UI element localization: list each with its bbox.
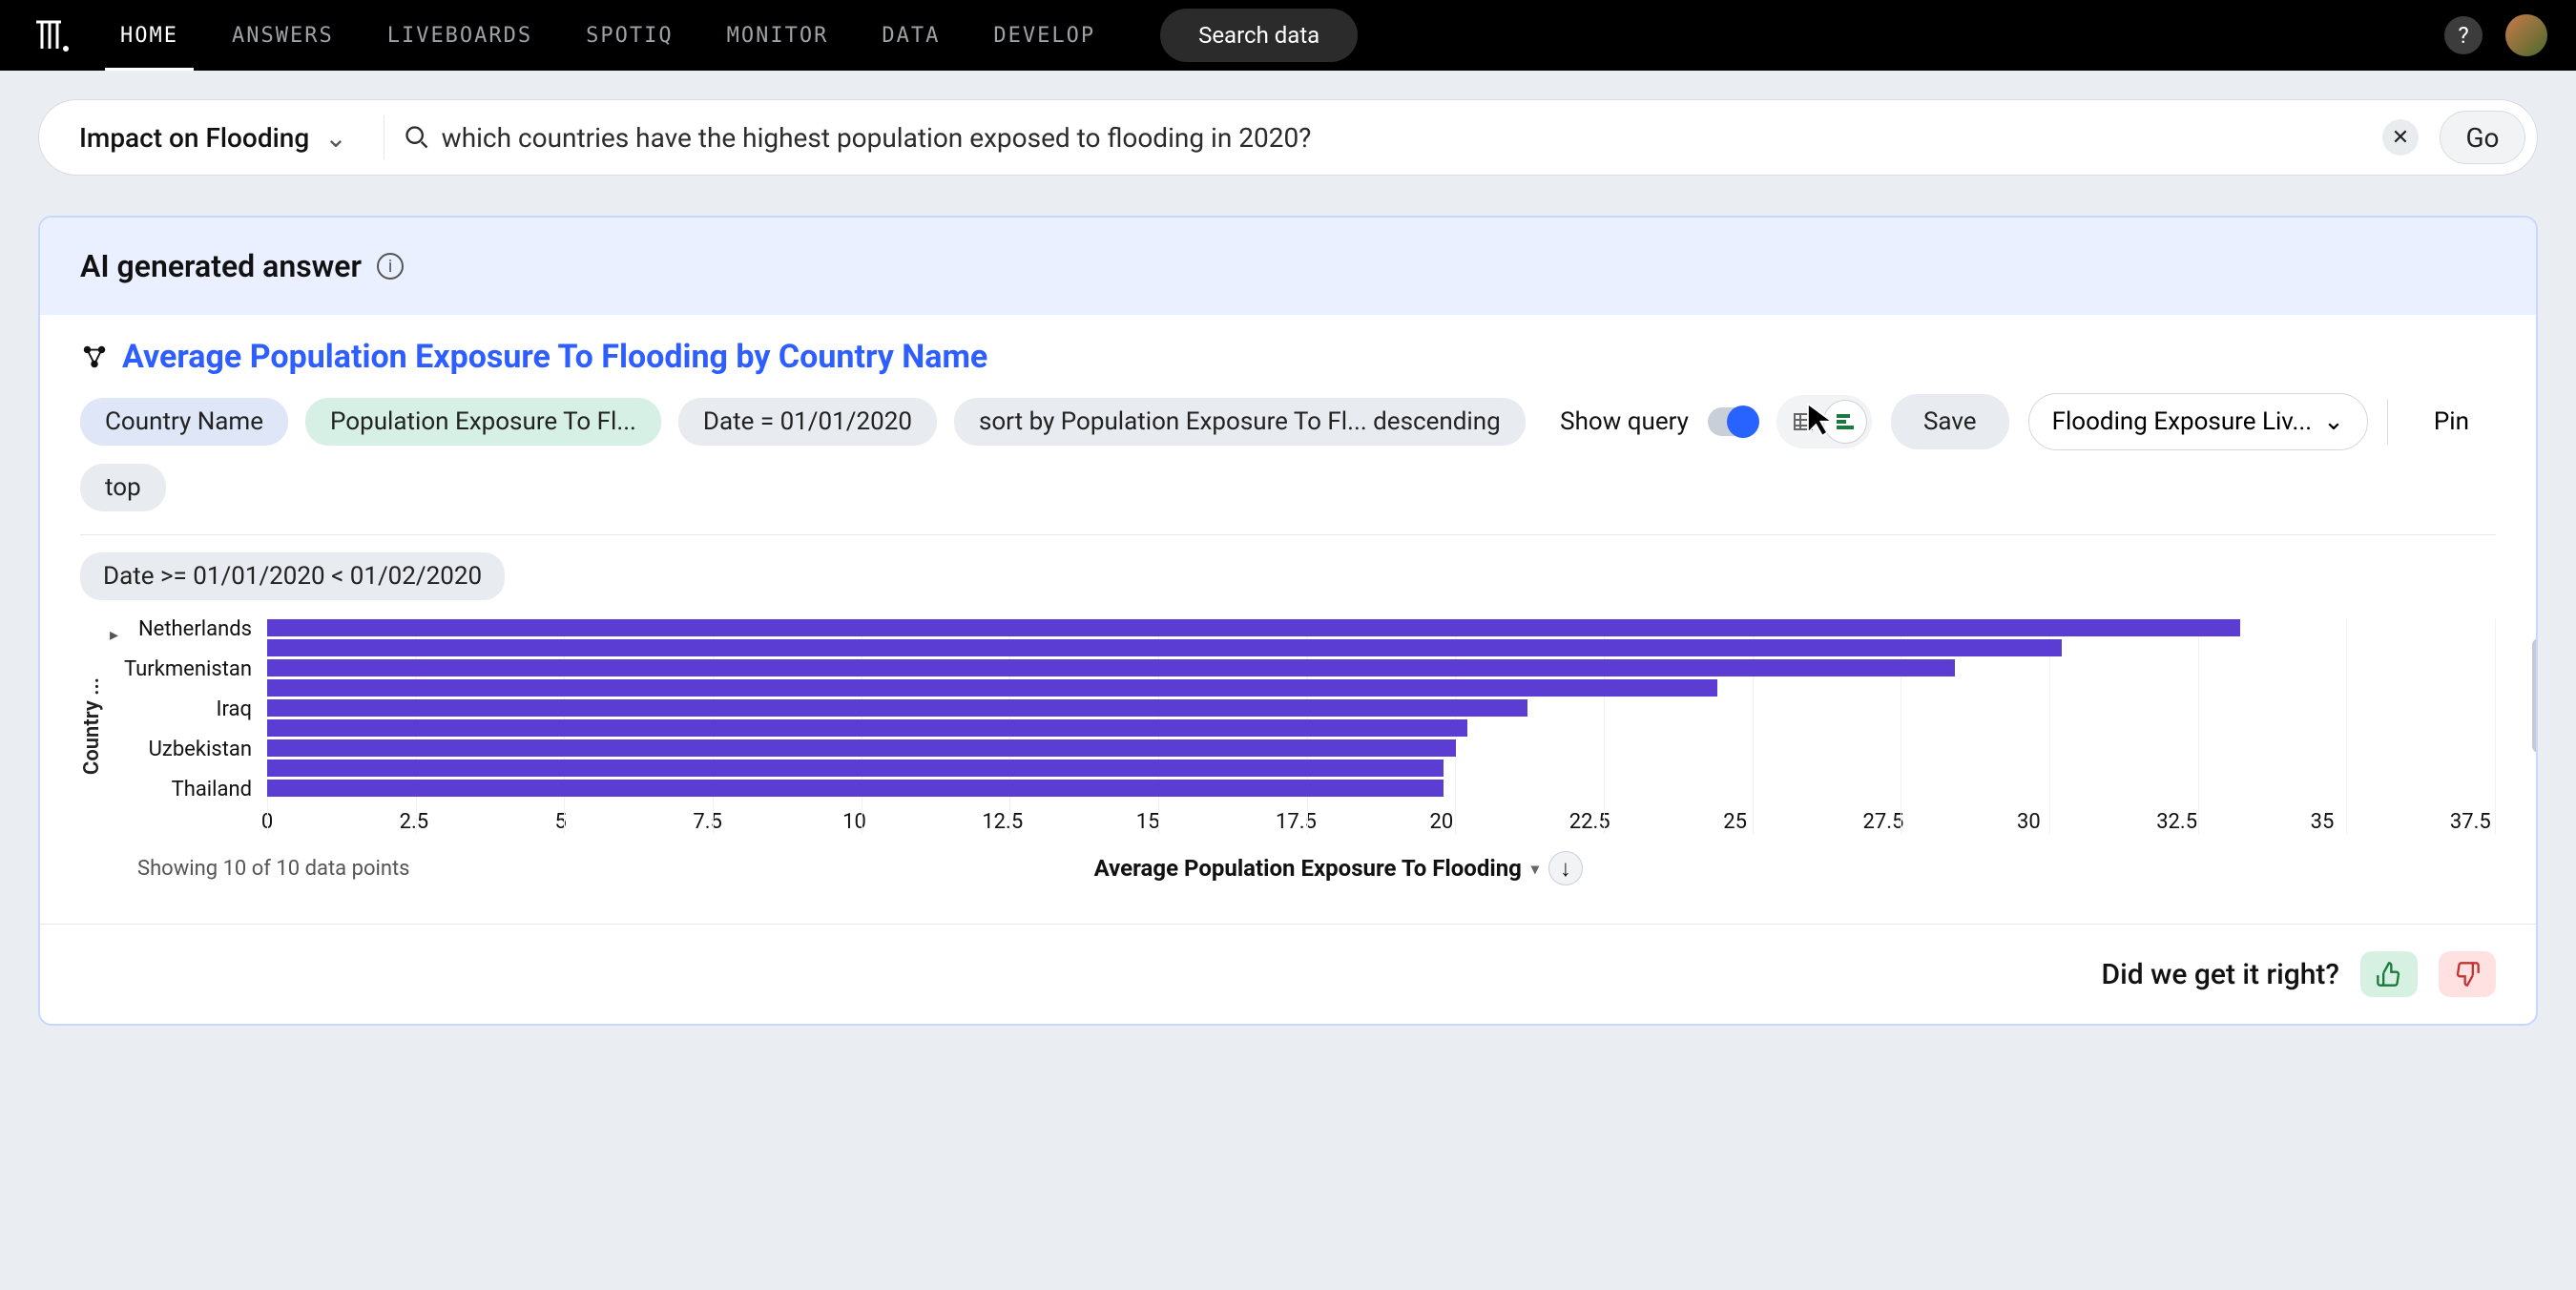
card-header: AI generated answer i xyxy=(40,218,2536,315)
save-button[interactable]: Save xyxy=(1891,394,2009,449)
destination-label: Flooding Exposure Liv... xyxy=(2052,407,2313,436)
bar[interactable] xyxy=(267,639,2062,656)
show-query-toggle[interactable] xyxy=(1708,407,1757,436)
y-label: Turkmenistan xyxy=(124,659,252,680)
app-logo[interactable] xyxy=(29,12,74,58)
query-pills-row: Country Name Population Exposure To Fl..… xyxy=(80,393,2496,450)
plot-area: 02.557.51012.51517.52022.52527.53032.535… xyxy=(267,619,2496,834)
nav-answers[interactable]: ANSWERS xyxy=(205,0,361,71)
bar[interactable] xyxy=(267,619,2240,636)
query-pill[interactable]: Population Exposure To Fl... xyxy=(305,398,661,446)
view-mode-switch xyxy=(1776,395,1872,448)
nav-items: HOME ANSWERS LIVEBOARDS SPOTIQ MONITOR D… xyxy=(93,0,1122,71)
bar[interactable] xyxy=(267,739,1456,757)
feedback-strip: Did we get it right? xyxy=(40,924,2536,1024)
y-axis-title: Country ... xyxy=(80,677,104,775)
query-pill[interactable]: Date = 01/01/2020 xyxy=(678,398,937,446)
user-avatar[interactable] xyxy=(2505,14,2547,56)
search-bar: Impact on Flooding ⌄ which countries hav… xyxy=(38,99,2538,176)
y-label: Iraq xyxy=(217,699,252,720)
expand-axis-icon[interactable]: ▸ xyxy=(110,625,118,645)
data-point-count: Showing 10 of 10 data points xyxy=(137,857,410,881)
nav-spotiq[interactable]: SPOTIQ xyxy=(559,0,699,71)
nav-monitor[interactable]: MONITOR xyxy=(700,0,856,71)
search-icon xyxy=(404,124,430,151)
thumbs-down-button[interactable] xyxy=(2439,951,2496,997)
query-pill[interactable]: top xyxy=(80,464,166,511)
query-pill[interactable]: sort by Population Exposure To Fl... des… xyxy=(954,398,1526,446)
answer-type-icon xyxy=(80,343,109,371)
y-label: Thailand xyxy=(172,780,252,801)
separator xyxy=(2387,399,2388,445)
thumbs-up-button[interactable] xyxy=(2360,951,2418,997)
bar[interactable] xyxy=(267,699,1527,717)
worksheet-selector[interactable]: Impact on Flooding ⌄ xyxy=(62,122,364,154)
nav-home[interactable]: HOME xyxy=(93,0,205,71)
nav-develop[interactable]: DEVELOP xyxy=(966,0,1122,71)
worksheet-name: Impact on Flooding xyxy=(79,122,309,154)
filter-chip[interactable]: Date >= 01/01/2020 < 01/02/2020 xyxy=(80,552,505,600)
bar[interactable] xyxy=(267,780,1444,797)
chart: Country ... ▸ Netherlands Turkmenistan I… xyxy=(80,619,2496,834)
go-button[interactable]: Go xyxy=(2440,111,2525,164)
pin-button[interactable]: Pin xyxy=(2407,394,2496,449)
feedback-prompt: Did we get it right? xyxy=(2101,958,2339,991)
y-label: Uzbekistan xyxy=(149,739,252,760)
bar[interactable] xyxy=(267,719,1467,737)
show-query-label: Show query xyxy=(1560,407,1689,436)
answer-card: AI generated answer i Average Population… xyxy=(38,216,2538,1026)
bar[interactable] xyxy=(267,659,1955,676)
y-label: Netherlands xyxy=(138,619,252,640)
bar[interactable] xyxy=(267,759,1444,777)
chart-scrollbar[interactable] xyxy=(2532,638,2538,753)
divider xyxy=(80,534,2496,535)
x-axis-title[interactable]: Average Population Exposure To Flooding … xyxy=(1094,851,1583,885)
bars xyxy=(267,619,2496,801)
table-view-button[interactable] xyxy=(1782,401,1824,443)
nav-data[interactable]: DATA xyxy=(855,0,966,71)
answer-title[interactable]: Average Population Exposure To Flooding … xyxy=(122,338,987,376)
global-search-input[interactable]: Search data xyxy=(1160,9,1358,62)
help-icon[interactable]: ? xyxy=(2444,16,2483,54)
y-axis-labels: Netherlands Turkmenistan Iraq Uzbekistan… xyxy=(124,619,267,801)
sort-direction-button[interactable]: ↓ xyxy=(1548,851,1583,885)
chevron-down-icon: ⌄ xyxy=(324,122,346,154)
clear-search-button[interactable]: ✕ xyxy=(2382,119,2419,156)
bar[interactable] xyxy=(267,679,1717,697)
info-icon[interactable]: i xyxy=(377,253,404,280)
nav-liveboards[interactable]: LIVEBOARDS xyxy=(361,0,559,71)
query-pill[interactable]: Country Name xyxy=(80,398,288,446)
chevron-down-icon: ⌄ xyxy=(2323,407,2344,436)
search-query-input[interactable]: which countries have the highest populat… xyxy=(442,122,2371,154)
top-navbar: HOME ANSWERS LIVEBOARDS SPOTIQ MONITOR D… xyxy=(0,0,2576,71)
caret-down-icon: ▾ xyxy=(1531,860,1539,878)
ai-answer-label: AI generated answer xyxy=(80,248,362,284)
liveboard-destination-dropdown[interactable]: Flooding Exposure Liv... ⌄ xyxy=(2028,393,2368,450)
chart-view-button[interactable] xyxy=(1824,401,1866,443)
